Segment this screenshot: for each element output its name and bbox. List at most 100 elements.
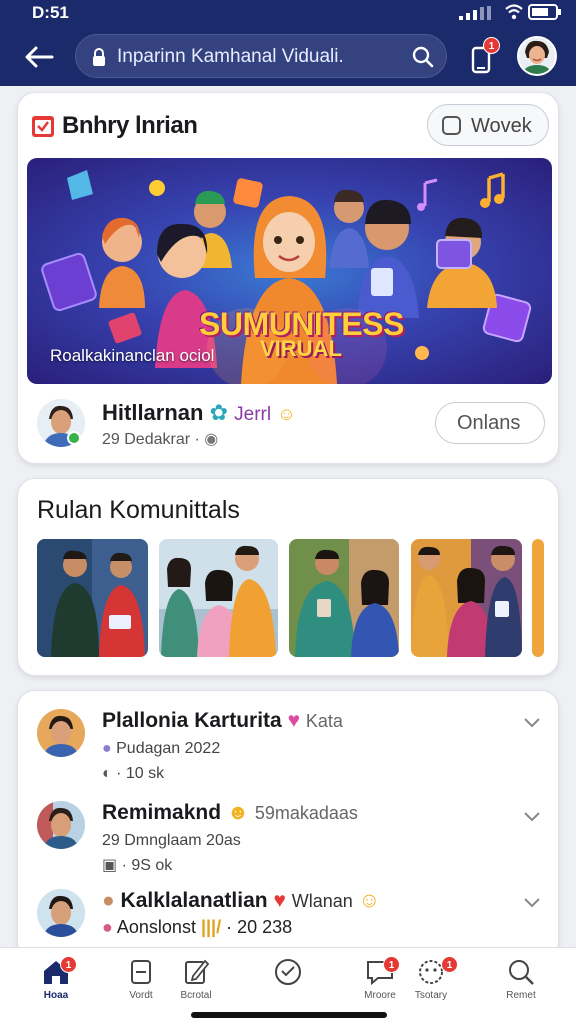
nav-remet[interactable]: Remet [489,958,553,1008]
post-author: ● Kalklalanatlian ♥ Wlanan ☺ [102,889,380,913]
chevron-down-icon[interactable] [522,809,542,823]
host-meta: 29 Dedakrar · ◉ [102,429,218,449]
post-timeline-text: · 20 238 [226,917,293,937]
photo-image [37,539,148,657]
notification-badge: 1 [483,37,500,54]
home-indicator[interactable] [191,1012,387,1018]
community-photo[interactable] [411,539,522,657]
nav-home-badge: 1 [60,956,77,973]
person-emoji-icon: ● [102,917,113,937]
top-app-bar: D:51 Inparinn Kamhanal Viduali. 1 [0,0,576,86]
smile-icon: ☺ [358,889,381,912]
post-subline: ● Aonslonst |||/ · 20 238 [102,917,292,938]
tag-icon: |||/ [200,917,222,937]
globe-icon: ◐ [102,765,112,782]
status-bar: D:51 [0,0,576,28]
post-subline-text: Pudagan 2022 [116,740,221,757]
back-arrow-icon[interactable] [22,42,56,72]
emoji-icon: ☻ [226,801,249,824]
banner-subheadline: VIRUAL [260,336,342,361]
calendar-icon [131,960,151,984]
post-avatar-image [37,889,85,937]
post-avatar[interactable] [37,801,85,849]
community-photo[interactable] [532,539,544,657]
post-avatar-image [37,801,85,849]
post-author-name: Kalklalanatlian [120,889,268,912]
post-timeline-text: · 10 sk [116,765,165,782]
community-card-title: Rulan Komunittals [37,496,240,524]
user-avatar-image [519,38,555,74]
feed-post[interactable]: Plallonia Karturita ♥ Kata ● Pudagan 202… [18,701,558,793]
post-subline: ● Pudagan 2022 [102,740,220,758]
post-subline-text: 29 Dmnglaam 20as [102,832,241,849]
notification-button[interactable]: 1 [466,37,500,76]
lock-icon [93,48,105,66]
host-meta-text: 29 Dedakrar · [102,431,200,448]
host-name-text: Hitllarnan [102,400,204,425]
nav-tsotary-badge: 1 [441,956,458,973]
nav-chat[interactable] [256,958,320,1008]
search-text: Inparinn Kamhanal Viduali. [117,46,344,67]
heart-icon: ♥ [287,709,301,732]
host-tag: Jerrl [234,404,272,425]
chevron-down-icon[interactable] [522,715,542,729]
banner-caption: Roalkakinanclan ociol [50,346,215,365]
nav-mroore-badge: 1 [383,956,400,973]
nav-home-label: Hoaa [43,990,69,1001]
search-bar[interactable]: Inparinn Kamhanal Viduali. [75,34,447,78]
post-subline-text: Aonslonst [116,917,196,937]
search-icon[interactable] [411,45,435,69]
nav-tsotary-label: Tsotary [414,990,448,1001]
nav-tsotary[interactable]: 1 Tsotary [399,956,463,1008]
feed-card: Plallonia Karturita ♥ Kata ● Pudagan 202… [17,690,559,960]
post-avatar[interactable] [37,889,85,937]
feed-post[interactable]: Remimaknd ☻ 59makadaas 29 Dmnglaam 20as … [18,795,558,887]
event-card-title: Bnhry lnrian [62,112,198,139]
post-timeline: ▣ · 9S ok [102,855,172,875]
nav-bcrotal-label: Bcrotal [180,990,212,1001]
photo-image [411,539,522,657]
post-author-name: Plallonia Karturita [102,709,282,732]
nav-home[interactable]: 1 Hoaa [24,956,88,1008]
wifi-icon [505,4,523,20]
onlans-button-label: Onlans [457,412,521,434]
chevron-down-icon[interactable] [522,895,542,909]
profile-avatar[interactable] [517,36,557,76]
host-name: Hitllarnan ✿ Jerrl ☺ [102,400,296,426]
community-photo[interactable] [289,539,399,657]
heart-icon: ♥ [273,889,286,912]
edit-icon [185,959,210,984]
calendar-check-icon [32,116,54,137]
event-card: Bnhry lnrian Wovek SUMUNITESS VIRUAL Roa… [17,92,559,464]
post-author-extra: 59makadaas [254,803,358,823]
nav-remet-label: Remet [506,990,536,1001]
post-author: Plallonia Karturita ♥ Kata [102,709,343,733]
smile-icon: ☺ [277,404,296,424]
nav-bcrotal[interactable]: Bcrotal [164,958,228,1008]
event-banner[interactable]: SUMUNITESS VIRUAL Roalkakinanclan ociol [27,158,552,384]
photo-image [159,539,278,657]
post-author: Remimaknd ☻ 59makadaas [102,801,358,825]
person-emoji-icon: ● [102,889,115,912]
post-timeline: ◐ · 10 sk [102,765,164,783]
wovek-button[interactable]: Wovek [427,104,549,146]
signal-icon [459,6,491,20]
post-avatar[interactable] [37,709,85,757]
community-photo[interactable] [159,539,278,657]
post-timeline-text: · 9S ok [121,857,173,874]
community-photo[interactable] [37,539,148,657]
status-time: D:51 [32,3,69,22]
post-avatar-image [37,709,85,757]
post-author-extra: Wlanan [291,891,353,911]
chat-bubble-icon [275,959,301,985]
navigation-row: Inparinn Kamhanal Viduali. 1 [0,30,576,82]
wovek-button-label: Wovek [471,115,532,137]
photo-image [532,539,544,657]
group-icon: ● [102,740,112,757]
globe-icon: ✿ [209,400,229,425]
community-card: Rulan Komunittals [17,478,559,676]
camera-icon: ▣ [102,857,118,874]
post-author-extra: Kata [305,711,343,731]
onlans-button[interactable]: Onlans [435,402,545,444]
globe-small-icon: ◉ [204,431,219,448]
